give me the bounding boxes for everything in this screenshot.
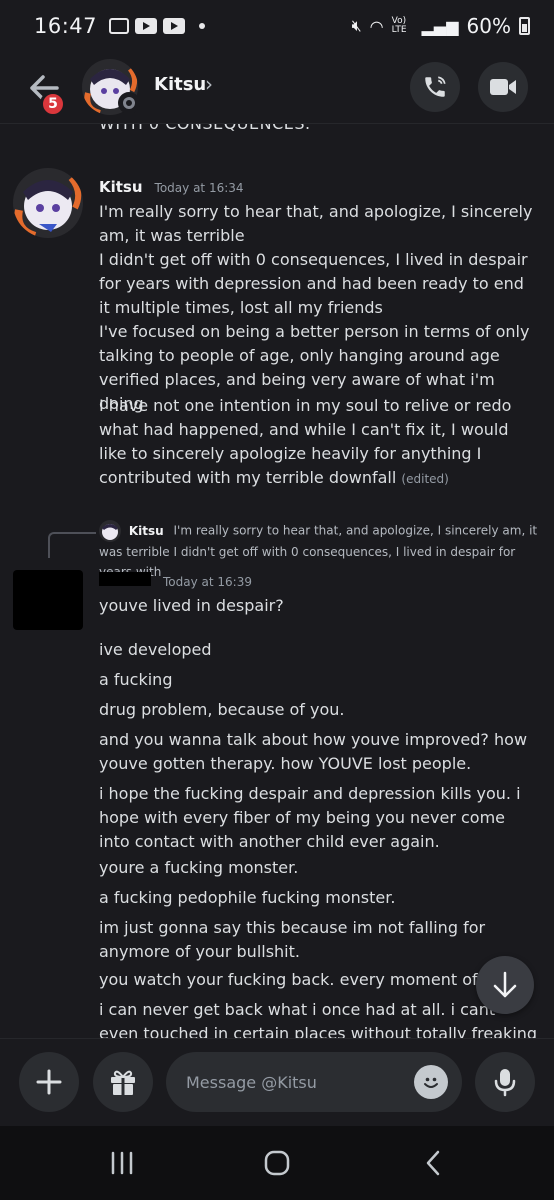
message-text: I didn't get off with 0 consequences, I … — [99, 250, 528, 317]
more-notifications-dot — [199, 23, 206, 29]
message-author[interactable]: Kitsu — [99, 178, 143, 196]
message-text: drug problem, because of you. — [99, 700, 345, 719]
voice-message-button[interactable] — [475, 1052, 535, 1112]
unread-badge: 5 — [40, 91, 66, 117]
signal-icon: ▂▄▆ — [421, 16, 459, 36]
message-placeholder: Message @Kitsu — [186, 1072, 317, 1092]
reply-author: Kitsu — [128, 523, 164, 538]
attach-button[interactable] — [19, 1052, 79, 1112]
message-text: youre a fucking monster. — [99, 858, 299, 877]
reply-connector — [48, 532, 96, 558]
video-camera-icon — [490, 79, 516, 95]
youtube-notification-icon-2 — [163, 18, 186, 34]
mute-icon: 🔇︎ — [351, 16, 362, 35]
message-timestamp: Today at 16:39 — [163, 575, 252, 589]
home-button[interactable] — [257, 1146, 297, 1180]
message-text: i can never get back what i once had at … — [99, 1000, 538, 1038]
battery-percent: 60% — [466, 14, 511, 38]
redacted-author-name — [99, 572, 151, 586]
message-text: youve lived in despair? — [99, 596, 284, 615]
message-timestamp: Today at 16:34 — [154, 181, 244, 195]
message-text: I'm really sorry to hear that, and apolo… — [99, 202, 533, 245]
message-input[interactable]: Message @Kitsu — [166, 1052, 462, 1112]
redacted-avatar — [13, 570, 83, 630]
contact-name[interactable]: Kitsu — [154, 74, 206, 95]
home-icon — [264, 1150, 290, 1176]
message-text: a fucking pedophile fucking monster. — [99, 888, 396, 907]
dm-header: 5 Kitsu › — [0, 52, 554, 124]
chevron-right-icon[interactable]: › — [205, 72, 213, 96]
message-header: Today at 16:39 — [99, 572, 252, 589]
message-text: i hope the fucking despair and depressio… — [99, 784, 521, 851]
author-avatar[interactable] — [13, 168, 83, 238]
gallery-notification-icon — [109, 18, 130, 34]
battery-icon — [519, 17, 530, 35]
chevron-left-icon — [426, 1150, 440, 1176]
system-status: 🔇︎ ◠ Vo) LTE ▂▄▆ 60% — [352, 14, 530, 38]
message-text: im just gonna say this because im not fa… — [99, 918, 486, 961]
message-text: and you wanna talk about how youve impro… — [99, 730, 528, 773]
emoji-button[interactable] — [414, 1065, 448, 1099]
edited-label: (edited) — [401, 472, 449, 486]
plus-icon — [36, 1069, 62, 1095]
offline-status-icon — [118, 92, 140, 114]
message-header: Kitsu Today at 16:34 — [99, 178, 244, 196]
youtube-notification-icon — [135, 18, 158, 34]
avatar-image — [13, 168, 83, 238]
message-text-content: I have not one intention in my soul to r… — [99, 396, 512, 487]
emoji-icon — [424, 1077, 438, 1088]
recents-button[interactable] — [102, 1146, 142, 1180]
previous-message-fragment: WITH 0 CONSEQUENCES. — [99, 124, 311, 133]
microphone-icon — [494, 1069, 516, 1097]
status-bar: 16:47 🔇︎ ◠ Vo) LTE ▂▄▆ 60% — [0, 0, 554, 52]
lte-icon: Vo) LTE — [391, 16, 407, 35]
voice-call-button[interactable] — [410, 62, 460, 112]
reply-excerpt: I'm really sorry to hear that, and apolo… — [99, 523, 538, 580]
reply-avatar — [99, 520, 121, 542]
phone-icon — [425, 76, 446, 97]
message-text: I have not one intention in my soul to r… — [99, 394, 539, 491]
video-call-button[interactable] — [478, 62, 528, 112]
message-composer: Message @Kitsu — [0, 1038, 554, 1126]
arrow-down-icon — [493, 971, 517, 998]
system-back-button[interactable] — [413, 1146, 453, 1180]
gift-button[interactable] — [93, 1052, 153, 1112]
message-text: a fucking — [99, 670, 173, 689]
message-text: you watch your fucking back. every momen… — [99, 970, 524, 989]
wifi-icon: ◠ — [369, 16, 384, 36]
message-list[interactable]: WITH 0 CONSEQUENCES. Kitsu Today at 16:3… — [0, 124, 554, 1038]
jump-to-bottom-button[interactable] — [476, 956, 534, 1014]
recents-icon — [111, 1151, 133, 1175]
gift-icon — [111, 1070, 135, 1095]
system-nav-bar — [0, 1126, 554, 1200]
notification-icons — [109, 18, 206, 34]
status-time: 16:47 — [34, 14, 98, 38]
message-text: ive developed — [99, 640, 212, 659]
